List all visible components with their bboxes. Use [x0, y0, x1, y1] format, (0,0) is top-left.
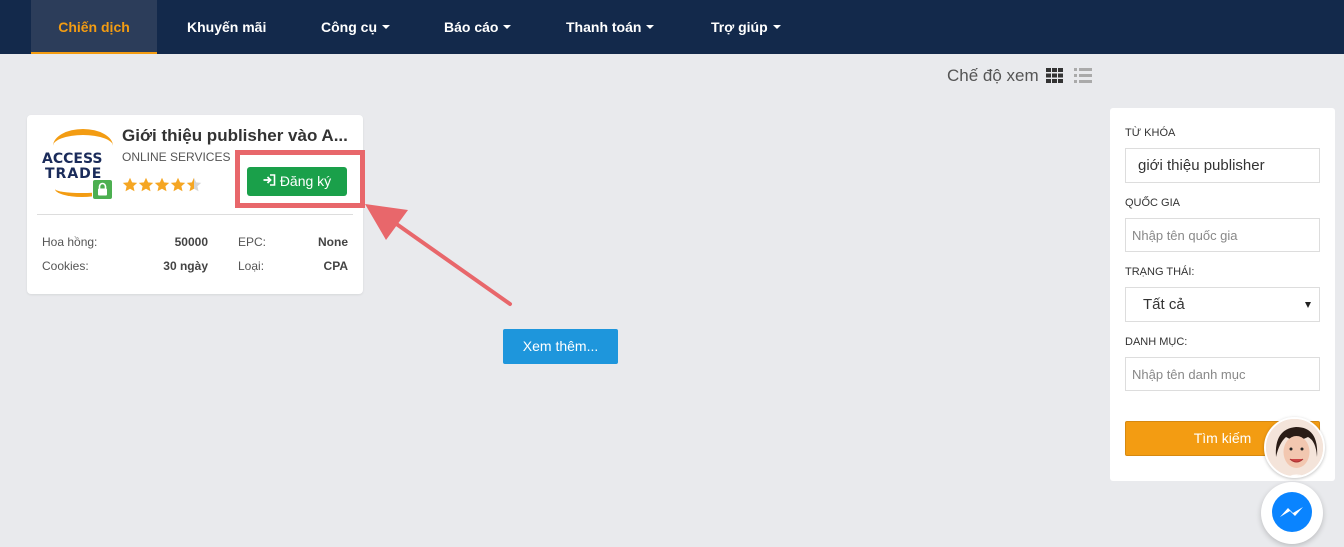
epc-value: None — [318, 235, 348, 249]
cookies-label: Cookies: — [42, 259, 89, 273]
support-avatar[interactable] — [1264, 417, 1325, 478]
list-view-icon[interactable] — [1074, 68, 1092, 83]
nav-item-reports[interactable]: Báo cáo — [444, 0, 512, 54]
nav-item-promotions[interactable]: Khuyến mãi — [187, 0, 266, 54]
status-label: TRẠNG THÁI: — [1125, 266, 1195, 278]
chevron-down-icon — [382, 25, 390, 30]
annotation-arrow — [365, 204, 512, 306]
category-input[interactable] — [1125, 357, 1320, 391]
nav-item-label: Trợ giúp — [711, 19, 768, 35]
card-divider — [37, 214, 353, 215]
star-icon — [138, 177, 154, 192]
keyword-label: TỪ KHÓA — [1125, 127, 1176, 139]
top-navbar: Chiến dịch Khuyến mãi Công cụ Báo cáo Th… — [0, 0, 1344, 54]
status-select[interactable]: Tất cả — [1125, 287, 1320, 322]
access-trade-logo: ACCESS TRADE — [39, 127, 117, 203]
cookies-value: 30 ngày — [163, 259, 208, 273]
campaign-title[interactable]: Giới thiệu publisher vào A... — [122, 126, 347, 146]
nav-item-tools[interactable]: Công cụ — [321, 0, 390, 54]
nav-item-help[interactable]: Trợ giúp — [711, 0, 781, 54]
chevron-down-icon — [646, 25, 655, 30]
star-icon — [122, 177, 138, 192]
campaign-card: ACCESS TRADE Giới thiệu publisher vào A.… — [27, 115, 365, 294]
logo-text-line1: ACCESS — [42, 151, 103, 167]
country-input[interactable] — [1125, 218, 1320, 252]
star-icon — [170, 177, 186, 192]
highlight-annotation — [235, 150, 365, 208]
epc-label: EPC: — [238, 235, 267, 249]
type-value: CPA — [323, 259, 348, 273]
star-icon — [154, 177, 170, 192]
nav-item-label: Chiến dịch — [58, 19, 130, 35]
nav-item-label: Báo cáo — [444, 19, 499, 35]
nav-item-payment[interactable]: Thanh toán — [566, 0, 655, 54]
type-label: Loại: — [238, 259, 265, 273]
chevron-down-icon — [772, 25, 781, 30]
keyword-input[interactable] — [1125, 148, 1320, 183]
status-select-value: Tất cả — [1143, 296, 1185, 313]
grid-view-icon[interactable] — [1046, 68, 1063, 83]
view-mode-label: Chế độ xem — [947, 66, 1039, 85]
star-icon — [186, 177, 202, 192]
commission-label: Hoa hồng: — [42, 235, 98, 249]
see-more-button[interactable]: Xem thêm... — [503, 329, 618, 364]
nav-item-label: Công cụ — [321, 19, 377, 35]
campaign-category: ONLINE SERVICES — [122, 150, 231, 164]
nav-item-label: Thanh toán — [566, 19, 642, 35]
messenger-icon[interactable] — [1261, 482, 1323, 544]
nav-item-label: Khuyến mãi — [187, 19, 267, 35]
country-label: QUỐC GIA — [1125, 197, 1181, 209]
category-label: DANH MỤC: — [1125, 336, 1188, 348]
chevron-down-icon — [503, 25, 512, 30]
commission-value: 50000 — [174, 235, 208, 249]
dropdown-arrow-icon — [1305, 302, 1311, 308]
nav-item-campaigns[interactable]: Chiến dịch — [31, 0, 157, 54]
lock-icon — [92, 179, 113, 200]
